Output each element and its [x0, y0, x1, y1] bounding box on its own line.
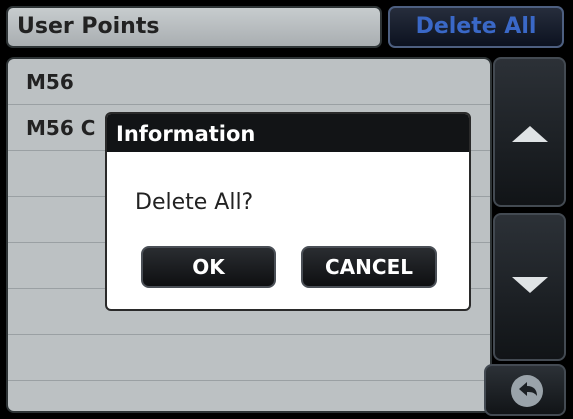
back-button[interactable] — [484, 364, 566, 416]
delete-all-button[interactable]: Delete All — [388, 6, 564, 48]
ok-button[interactable]: OK — [141, 246, 276, 288]
dialog-title: Information — [107, 114, 469, 152]
list-item[interactable]: M56 — [8, 59, 490, 105]
scroll-down-button[interactable] — [493, 213, 566, 361]
back-arrow-icon — [511, 375, 543, 407]
scroll-up-button[interactable] — [493, 57, 566, 207]
triangle-up-icon — [512, 126, 548, 142]
page-title: User Points — [6, 6, 382, 48]
triangle-down-icon — [512, 277, 548, 293]
dialog-message: Delete All? — [135, 190, 254, 215]
cancel-button[interactable]: CANCEL — [301, 246, 437, 288]
information-dialog: Information Delete All? OK CANCEL — [105, 112, 471, 311]
list-item[interactable] — [8, 335, 490, 381]
